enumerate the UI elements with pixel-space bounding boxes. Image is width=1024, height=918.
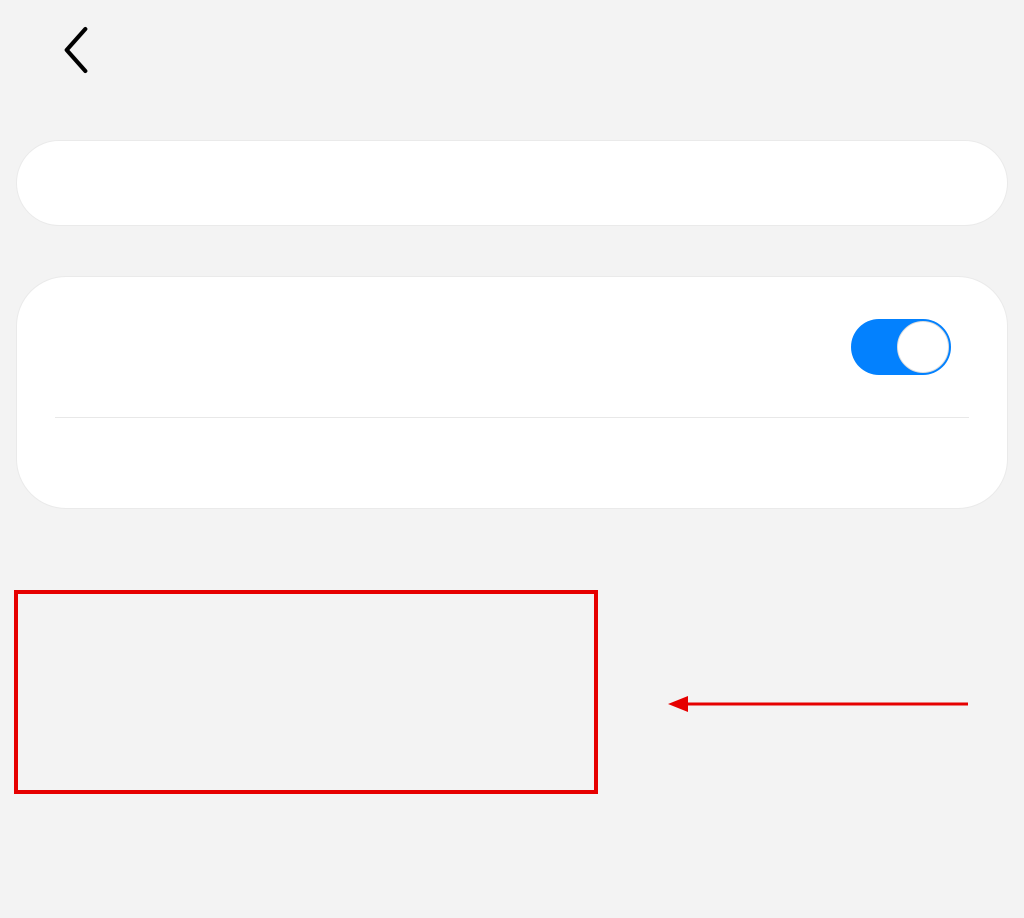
card-sim-lock — [16, 140, 1008, 226]
header — [0, 0, 1024, 110]
setting-device-admin-apps[interactable] — [17, 418, 1007, 508]
card-security-options — [16, 276, 1008, 509]
toggle-knob — [897, 321, 949, 373]
setting-passwords-visible[interactable] — [17, 277, 1007, 417]
chevron-left-icon — [62, 26, 90, 74]
passwords-visible-toggle[interactable] — [851, 319, 951, 375]
setting-sim-card-lock[interactable] — [17, 141, 1007, 225]
back-button[interactable] — [56, 20, 96, 80]
annotation-arrow-icon — [668, 694, 968, 714]
annotation-highlight-box — [14, 590, 598, 794]
section-label-credential-storage — [0, 509, 1024, 555]
